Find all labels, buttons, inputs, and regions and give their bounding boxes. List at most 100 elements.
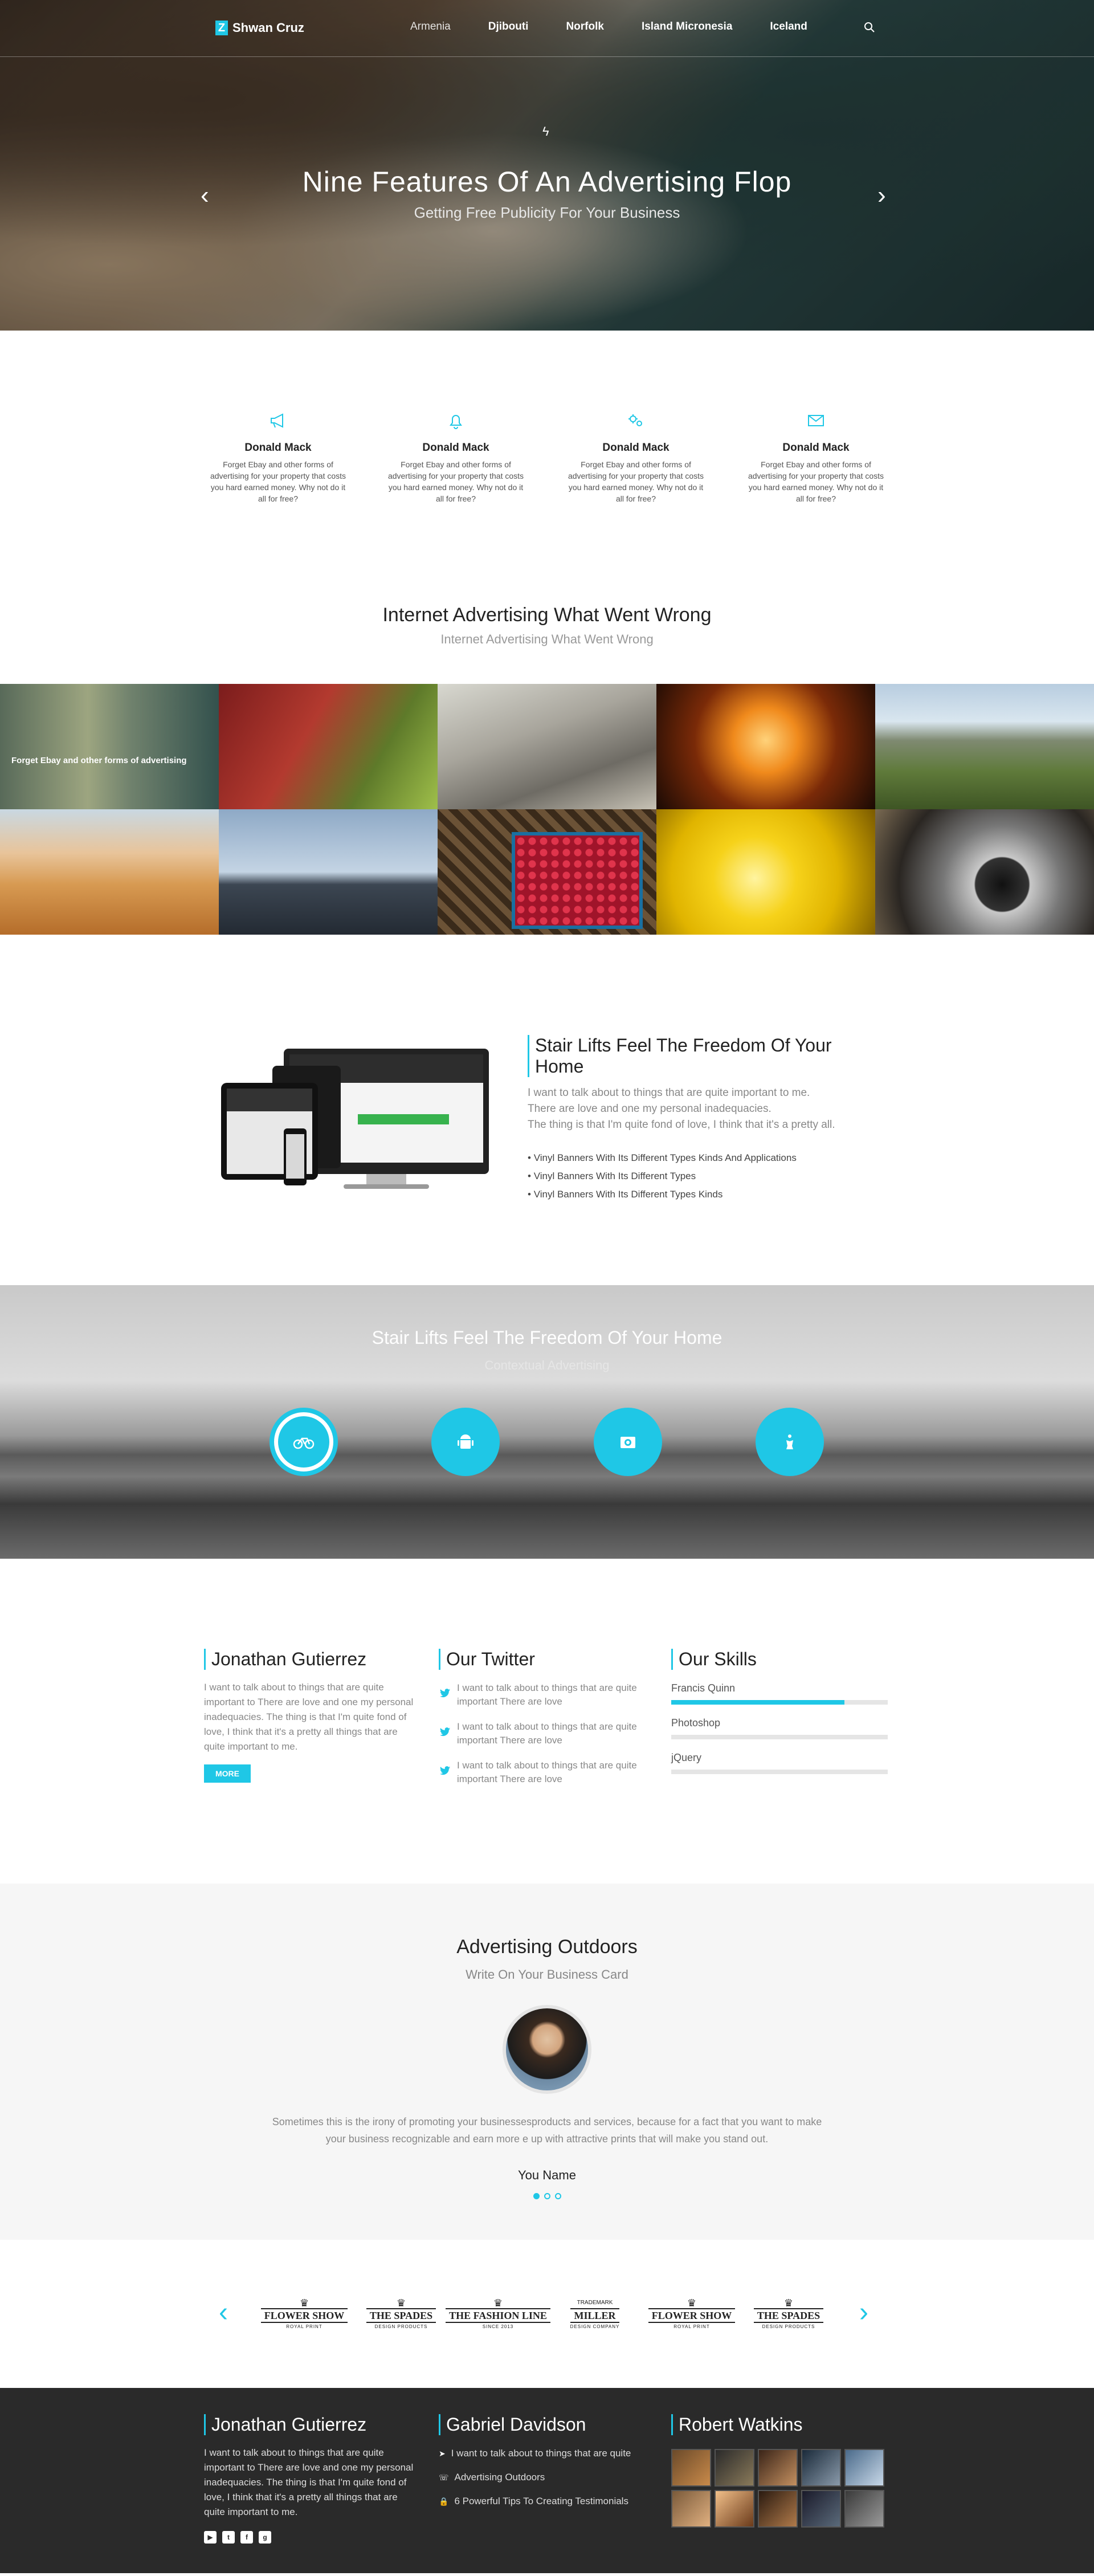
gallery-tile-flower[interactable] [656, 809, 875, 935]
gallery-tile-desert[interactable] [0, 809, 219, 935]
testimonial-quote: Sometimes this is the irony of promoting… [272, 2116, 822, 2145]
feature-text: Forget Ebay and other forms of advertisi… [568, 460, 704, 503]
thumbnail[interactable] [715, 2449, 754, 2487]
gallery-header: Internet Advertising What Went Wrong Int… [0, 593, 1094, 684]
feature-item: Donald Mack Forget Ebay and other forms … [568, 410, 704, 504]
youtube-icon[interactable]: ▶ [204, 2531, 217, 2544]
service-circle-android[interactable] [431, 1408, 500, 1476]
about-text: I want to talk about to things that are … [204, 1682, 414, 1752]
tweet-item[interactable]: I want to talk about to things that are … [439, 1681, 655, 1709]
service-circle-bicycle[interactable] [270, 1408, 338, 1476]
footer-link[interactable]: ➤ I want to talk about to things that ar… [439, 2448, 655, 2459]
gallery-tile-street[interactable]: Forget Ebay and other forms of advertisi… [0, 684, 219, 809]
testimonial-section: Advertising Outdoors Write On Your Busin… [0, 1884, 1094, 2240]
tweet-text: I want to talk about to things that are … [457, 1760, 637, 1784]
about-title: Jonathan Gutierrez [204, 1649, 421, 1670]
testimonial-name: You Name [518, 2168, 576, 2182]
tweet-item[interactable]: I want to talk about to things that are … [439, 1759, 655, 1786]
testimonial-pager [0, 2193, 1094, 2199]
camera-icon [621, 1437, 635, 1448]
client-logo[interactable]: ♛ THE SPADES DESIGN PRODUCTS [749, 2292, 828, 2334]
tweet-text: I want to talk about to things that are … [457, 1682, 637, 1707]
devices-body-line: I want to talk about to things that are … [528, 1087, 810, 1099]
gallery-tile-bridge[interactable] [438, 684, 656, 809]
gallery-tile-raspberries[interactable] [438, 809, 656, 935]
devices-title: Stair Lifts Feel The Freedom Of Your Hom… [528, 1035, 881, 1077]
google-plus-icon[interactable]: g [259, 2531, 271, 2544]
logo-word: THE SPADES [753, 2308, 824, 2323]
pager-dot[interactable] [544, 2193, 550, 2199]
envelope-icon [808, 415, 824, 426]
pager-dot[interactable] [554, 2193, 561, 2199]
twitter-icon[interactable]: t [222, 2531, 235, 2544]
skill-fill [671, 1700, 844, 1705]
list-item: Vinyl Banners With Its Different Types K… [528, 1185, 881, 1204]
footer-title: Gabriel Davidson [439, 2414, 655, 2435]
thumbnail[interactable] [715, 2490, 754, 2528]
service-circle-chess[interactable] [756, 1408, 824, 1476]
gallery-tile-skyscraper[interactable] [219, 809, 438, 935]
facebook-icon[interactable]: f [240, 2531, 253, 2544]
thumbnail[interactable] [671, 2490, 711, 2528]
gallery-title: Internet Advertising What Went Wrong [382, 604, 712, 626]
tweet-item[interactable]: I want to talk about to things that are … [439, 1720, 655, 1747]
logo-mark: Z [215, 21, 228, 35]
tweet-text: I want to talk about to things that are … [457, 1721, 637, 1746]
devices-body-line: The thing is that I'm quite fond of love… [528, 1119, 835, 1131]
client-logo[interactable]: ♛ THE SPADES DESIGN PRODUCTS [361, 2292, 441, 2334]
logo-word: FLOWER SHOW [260, 2308, 348, 2323]
services-band: Stair Lifts Feel The Freedom Of Your Hom… [0, 1285, 1094, 1559]
footer-text: I want to talk about to things that are … [204, 2447, 414, 2517]
thumbnail[interactable] [671, 2449, 711, 2487]
skill-item: Photoshop [671, 1717, 888, 1739]
gallery-tile-garden[interactable] [219, 684, 438, 809]
menu-item-island-micronesia[interactable]: Island Micronesia [642, 21, 732, 33]
footer-link[interactable]: ☏ Advertising Outdoors [439, 2472, 655, 2483]
menu-item-armenia[interactable]: Armenia [410, 21, 451, 33]
footer: Jonathan Gutierrez I want to talk about … [0, 2388, 1094, 2573]
crown-icon: ♛ [299, 2297, 309, 2309]
service-circle-camera[interactable] [594, 1408, 662, 1476]
footer-link-text: I want to talk about to things that are … [451, 2448, 631, 2459]
logos-next-arrow-icon[interactable]: › [859, 2297, 868, 2328]
thumbnail[interactable] [801, 2490, 841, 2528]
gallery-tile-fire[interactable] [656, 684, 875, 809]
gallery-tile-mountains[interactable] [875, 684, 1094, 809]
gallery-tile-camera[interactable] [875, 809, 1094, 935]
slider-next-arrow-icon[interactable]: › [877, 181, 886, 210]
crown-icon: ♛ [493, 2297, 503, 2309]
brand-logo[interactable]: Z Shwan Cruz [215, 21, 304, 35]
feature-item: Donald Mack Forget Ebay and other forms … [748, 410, 884, 504]
menu-item-djibouti[interactable]: Djibouti [488, 21, 529, 33]
skill-label: jQuery [671, 1752, 702, 1763]
tile-overlay [0, 684, 219, 809]
logos-prev-arrow-icon[interactable]: ‹ [219, 2297, 228, 2328]
features-section: Donald Mack Forget Ebay and other forms … [0, 331, 1094, 593]
bell-icon [450, 415, 462, 429]
pager-dot[interactable] [533, 2193, 540, 2199]
client-logo[interactable]: ♛ THE FASHION LINE SINCE 2013 [446, 2292, 550, 2334]
skill-item: Francis Quinn [671, 1682, 888, 1705]
menu-item-norfolk[interactable]: Norfolk [566, 21, 604, 33]
thumbnail[interactable] [844, 2449, 884, 2487]
client-logo[interactable]: TRADEMARK MILLER DESIGN COMPANY [555, 2292, 635, 2334]
thumbnail[interactable] [758, 2449, 798, 2487]
gears-icon [628, 414, 642, 426]
menu-item-iceland[interactable]: Iceland [770, 21, 807, 33]
skill-item: jQuery [671, 1752, 888, 1774]
hero-slider: Z Shwan Cruz Armenia Djibouti Norfolk Is… [0, 0, 1094, 331]
thumbnail[interactable] [844, 2490, 884, 2528]
slider-prev-arrow-icon[interactable]: ‹ [201, 181, 209, 210]
client-logo[interactable]: ♛ FLOWER SHOW ROYAL PRINT [260, 2292, 348, 2334]
info-columns: Jonathan Gutierrez I want to talk about … [0, 1559, 1094, 1884]
client-logo[interactable]: ♛ FLOWER SHOW ROYAL PRINT [648, 2292, 736, 2334]
logo-word: THE FASHION LINE [446, 2308, 550, 2323]
footer-link[interactable]: 🔒 6 Powerful Tips To Creating Testimonia… [439, 2496, 655, 2507]
lock-icon: 🔒 [439, 2496, 449, 2506]
band-title: Stair Lifts Feel The Freedom Of Your Hom… [372, 1327, 722, 1348]
thumbnail[interactable] [801, 2449, 841, 2487]
thumbnail[interactable] [758, 2490, 798, 2528]
logo-tagline: DESIGN PRODUCTS [762, 2324, 815, 2329]
search-icon[interactable] [864, 22, 875, 33]
more-button[interactable]: MORE [204, 1764, 251, 1783]
